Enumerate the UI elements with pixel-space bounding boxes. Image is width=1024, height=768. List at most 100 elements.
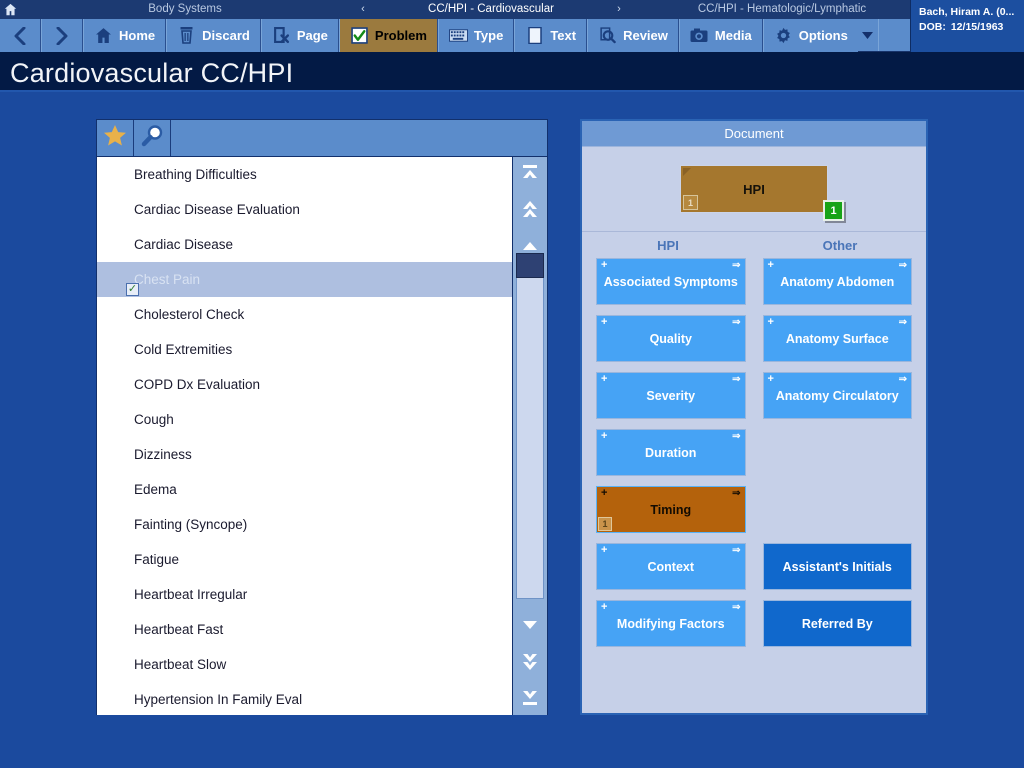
list-item[interactable]: Fainting (Syncope)	[97, 507, 513, 542]
list-item[interactable]: Edema	[97, 472, 513, 507]
plus-icon[interactable]: +	[601, 260, 607, 271]
action-button-label: Anatomy Circulatory	[775, 388, 899, 403]
action-button-assistant-s-initials[interactable]: Assistant's Initials	[762, 543, 912, 590]
toolbar-button-home[interactable]: Home	[83, 19, 167, 52]
list-item[interactable]: Hypertension In Family Eval	[97, 682, 513, 715]
tab-cchpi-cardiovascular[interactable]: CC/HPI - Cardiovascular	[376, 0, 606, 19]
plus-icon[interactable]: +	[601, 602, 607, 613]
scrollbar-thumb[interactable]	[516, 253, 544, 278]
plus-icon[interactable]: +	[768, 317, 774, 328]
list-item[interactable]: Cardiac Disease Evaluation	[97, 192, 513, 227]
expand-arrow-icon[interactable]: ⇒	[899, 261, 907, 271]
search-input[interactable]	[171, 120, 547, 156]
patient-info-panel[interactable]: Bach, Hiram A. (0... DOB: 12/15/1963	[910, 0, 1024, 52]
plus-icon[interactable]: +	[601, 545, 607, 556]
expand-arrow-icon[interactable]: ⇒	[899, 375, 907, 385]
plus-icon[interactable]: +	[768, 260, 774, 271]
page-up-icon[interactable]	[513, 193, 547, 226]
problem-list-header	[97, 120, 547, 157]
toolbar-label-media: Media	[714, 28, 752, 43]
favorites-button[interactable]	[97, 120, 134, 156]
plus-icon[interactable]: +	[601, 374, 607, 385]
page-down-icon[interactable]	[513, 644, 547, 677]
action-button-anatomy-surface[interactable]: + ⇒ Anatomy Surface	[762, 315, 912, 362]
list-item-label: Cardiac Disease Evaluation	[134, 202, 300, 217]
list-item[interactable]: Fatigue	[97, 542, 513, 577]
list-item-checkbox[interactable]: ✓	[126, 283, 139, 296]
list-item[interactable]: Cardiac Disease	[97, 227, 513, 262]
action-button-modifying-factors[interactable]: + ⇒ Modifying Factors	[596, 600, 746, 647]
expand-arrow-icon[interactable]: ⇒	[732, 546, 740, 556]
expand-arrow-icon[interactable]: ⇒	[732, 489, 740, 499]
list-item-label: Heartbeat Fast	[134, 622, 224, 637]
toolbar-button-problem[interactable]: Problem	[338, 19, 438, 52]
toolbar-button-review[interactable]: Review	[587, 19, 679, 52]
back-button[interactable]	[0, 19, 41, 52]
list-item[interactable]: Dizziness	[97, 437, 513, 472]
action-button-anatomy-circulatory[interactable]: + ⇒ Anatomy Circulatory	[762, 372, 912, 419]
list-item[interactable]: 1Chest Pain✓	[97, 262, 513, 297]
document-card-green-badge[interactable]: 1	[823, 200, 844, 221]
toolbar-button-discard[interactable]: Discard	[166, 19, 261, 52]
list-item-label: Heartbeat Slow	[134, 657, 227, 672]
list-item[interactable]: Heartbeat Fast	[97, 612, 513, 647]
tab-next-chevron-icon[interactable]: ›	[606, 0, 632, 19]
list-item[interactable]: Heartbeat Slow	[97, 647, 513, 682]
forward-button[interactable]	[41, 19, 83, 52]
document-panel-header: Document	[582, 121, 926, 147]
line-down-icon[interactable]	[513, 608, 547, 641]
home-icon[interactable]	[0, 0, 20, 19]
list-item[interactable]: Cold Extremities	[97, 332, 513, 367]
document-button-columns: + ⇒ Associated Symptoms + ⇒ Quality + ⇒ Severity…	[582, 258, 926, 647]
toolbar-button-media[interactable]: Media	[678, 19, 763, 52]
column-header-hpi: HPI	[657, 237, 679, 253]
tab-cchpi-hematologic-lymphatic[interactable]: CC/HPI - Hematologic/Lymphatic	[632, 0, 932, 19]
expand-arrow-icon[interactable]: ⇒	[732, 318, 740, 328]
plus-icon[interactable]: +	[601, 488, 607, 499]
toolbar-label-options: Options	[798, 28, 848, 43]
patient-dob: DOB: 12/15/1963	[919, 20, 1017, 35]
toolbar-overflow-caret[interactable]	[857, 19, 878, 51]
action-button-timing[interactable]: + ⇒ Timing 1	[596, 486, 746, 533]
plus-icon[interactable]: +	[601, 317, 607, 328]
other-button-column: + ⇒ Anatomy Abdomen + ⇒ Anatomy Surface + ⇒ Anat…	[762, 258, 913, 647]
search-button[interactable]	[134, 120, 171, 156]
action-button-duration[interactable]: + ⇒ Duration	[596, 429, 746, 476]
scroll-to-bottom-icon[interactable]	[513, 680, 547, 713]
toolbar-button-text[interactable]: Text	[514, 19, 588, 52]
patient-dob-value: 12/15/1963	[950, 21, 1004, 33]
action-button-label: Anatomy Abdomen	[780, 274, 895, 289]
problem-list[interactable]: Breathing Difficulties Cardiac Disease Ev…	[97, 157, 513, 715]
plus-icon[interactable]: +	[768, 374, 774, 385]
action-button-referred-by[interactable]: Referred By	[762, 600, 912, 647]
action-button-associated-symptoms[interactable]: + ⇒ Associated Symptoms	[596, 258, 746, 305]
action-button-anatomy-abdomen[interactable]: + ⇒ Anatomy Abdomen	[762, 258, 912, 305]
tab-body-systems[interactable]: Body Systems	[20, 0, 350, 19]
list-item[interactable]: Breathing Difficulties	[97, 157, 513, 192]
expand-arrow-icon[interactable]: ⇒	[899, 318, 907, 328]
toolbar-button-type[interactable]: Type	[437, 19, 515, 52]
problem-list-scrollbar[interactable]	[512, 157, 547, 715]
expand-arrow-icon[interactable]: ⇒	[732, 261, 740, 271]
expand-arrow-icon[interactable]: ⇒	[732, 375, 740, 385]
list-item[interactable]: Cough	[97, 402, 513, 437]
action-button-context[interactable]: + ⇒ Context	[596, 543, 746, 590]
toolbar-button-page[interactable]: Page	[260, 19, 339, 52]
tab-prev-chevron-icon[interactable]: ‹	[350, 0, 376, 19]
list-item[interactable]: COPD Dx Evaluation	[97, 367, 513, 402]
action-button-quality[interactable]: + ⇒ Quality	[596, 315, 746, 362]
list-item[interactable]: Cholesterol Check	[97, 297, 513, 332]
expand-arrow-icon[interactable]: ⇒	[732, 432, 740, 442]
list-item[interactable]: Heartbeat Irregular	[97, 577, 513, 612]
scroll-to-top-icon[interactable]	[513, 157, 547, 190]
list-item-label: Cholesterol Check	[134, 307, 245, 322]
expand-arrow-icon[interactable]: ⇒	[732, 603, 740, 613]
action-button-severity[interactable]: + ⇒ Severity	[596, 372, 746, 419]
plus-icon[interactable]: +	[601, 431, 607, 442]
list-item-label: Cough	[134, 412, 174, 427]
toolbar-button-options[interactable]: Options	[762, 19, 858, 52]
button-slot-empty	[763, 429, 913, 476]
document-card-hpi[interactable]: HPI 1 1	[680, 165, 844, 221]
scrollbar-track[interactable]	[516, 253, 544, 599]
action-button-label: Duration	[645, 445, 697, 460]
